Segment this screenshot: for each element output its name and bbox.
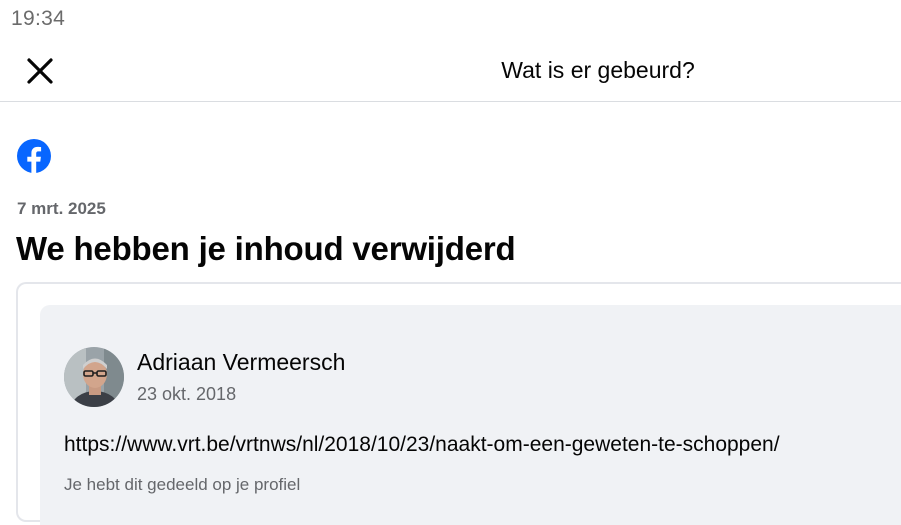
notice-headline: We hebben je inhoud verwijderd xyxy=(16,230,516,267)
post-author[interactable]: Adriaan Vermeersch xyxy=(137,349,345,376)
facebook-logo-icon xyxy=(16,138,52,174)
shared-note: Je hebt dit gedeeld op je profiel xyxy=(64,475,301,494)
status-time: 19:34 xyxy=(11,7,66,30)
post-link[interactable]: https://www.vrt.be/vrtnws/nl/2018/10/23/… xyxy=(64,433,780,457)
notice-date: 7 mrt. 2025 xyxy=(17,199,106,218)
avatar xyxy=(64,347,124,407)
page-title: Wat is er gebeurd? xyxy=(501,57,695,83)
header: Wat is er gebeurd? xyxy=(0,40,901,102)
status-bar: 19:34 xyxy=(0,0,901,40)
post-date: 23 okt. 2018 xyxy=(137,384,237,404)
